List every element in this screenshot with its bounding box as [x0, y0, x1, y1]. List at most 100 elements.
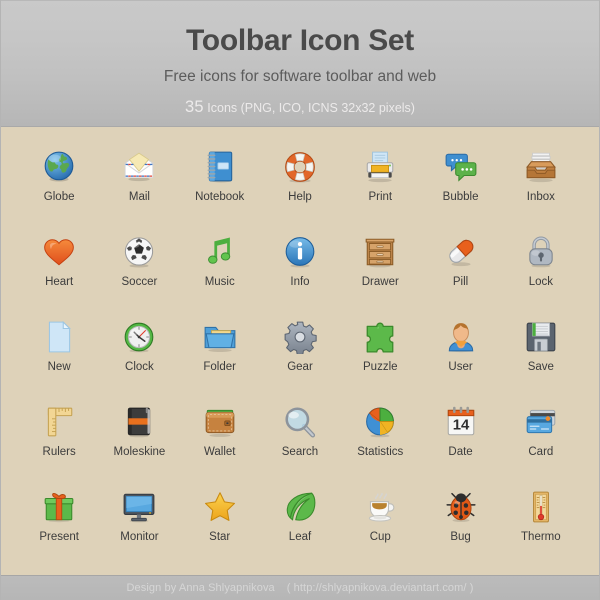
- icon-cell-star[interactable]: Star: [180, 487, 260, 572]
- monitor-icon[interactable]: [122, 490, 156, 524]
- lock-icon[interactable]: [524, 235, 558, 269]
- date-icon[interactable]: 14: [444, 405, 478, 439]
- new-icon[interactable]: [42, 320, 76, 354]
- drawer-icon[interactable]: [363, 235, 397, 269]
- page-title: Toolbar Icon Set: [1, 1, 599, 57]
- icon-label: Rulers: [43, 447, 76, 459]
- icon-label: Puzzle: [363, 362, 398, 374]
- icon-cell-folder[interactable]: Folder: [180, 317, 260, 402]
- icon-cell-help[interactable]: Help: [260, 147, 340, 232]
- icon-cell-info[interactable]: Info: [260, 232, 340, 317]
- icon-label: Heart: [45, 277, 73, 289]
- bug-icon[interactable]: [444, 490, 478, 524]
- icon-label: Bubble: [443, 192, 479, 204]
- icon-cell-monitor[interactable]: Monitor: [99, 487, 179, 572]
- bubble-icon[interactable]: [444, 150, 478, 184]
- icon-label: Gear: [287, 362, 313, 374]
- save-icon[interactable]: [524, 320, 558, 354]
- footer-credit: Design by Anna Shlyapnikova( http://shly…: [127, 582, 474, 594]
- icon-cell-thermo[interactable]: Thermo: [501, 487, 581, 572]
- icon-cell-statistics[interactable]: Statistics: [340, 402, 420, 487]
- card-icon[interactable]: [524, 405, 558, 439]
- inbox-icon[interactable]: [524, 150, 558, 184]
- icon-cell-puzzle[interactable]: Puzzle: [340, 317, 420, 402]
- icon-cell-user[interactable]: User: [420, 317, 500, 402]
- icon-cell-present[interactable]: Present: [19, 487, 99, 572]
- icon-cell-music[interactable]: Music: [180, 232, 260, 317]
- icon-cell-search[interactable]: Search: [260, 402, 340, 487]
- icon-label: Leaf: [289, 532, 311, 544]
- icon-grid-wrapper: GlobeMail NotebookHelpPrint Bubble Inbox He…: [1, 127, 599, 575]
- wallet-icon[interactable]: [203, 405, 237, 439]
- page-subtitle: Free icons for software toolbar and web: [1, 57, 599, 86]
- icon-count-number: 35: [185, 98, 204, 116]
- icon-label: Cup: [370, 532, 391, 544]
- icon-cell-leaf[interactable]: Leaf: [260, 487, 340, 572]
- folder-icon[interactable]: [203, 320, 237, 354]
- icon-count-label: Icons (PNG, ICO, ICNS 32x32 pixels): [207, 101, 415, 115]
- icon-cell-notebook[interactable]: Notebook: [180, 147, 260, 232]
- statistics-icon[interactable]: [363, 405, 397, 439]
- cup-icon[interactable]: [363, 490, 397, 524]
- icon-label: Clock: [125, 362, 154, 374]
- icon-cell-bug[interactable]: Bug: [420, 487, 500, 572]
- icon-cell-save[interactable]: Save: [501, 317, 581, 402]
- search-icon[interactable]: [283, 405, 317, 439]
- pill-icon[interactable]: [444, 235, 478, 269]
- icon-label: Folder: [203, 362, 236, 374]
- icon-label: Present: [39, 532, 79, 544]
- moleskine-icon[interactable]: [122, 405, 156, 439]
- soccer-icon[interactable]: [122, 235, 156, 269]
- icon-cell-drawer[interactable]: Drawer: [340, 232, 420, 317]
- clock-icon[interactable]: [122, 320, 156, 354]
- puzzle-icon[interactable]: [363, 320, 397, 354]
- icon-cell-wallet[interactable]: Wallet: [180, 402, 260, 487]
- icon-label: User: [448, 362, 472, 374]
- music-icon[interactable]: [203, 235, 237, 269]
- present-icon[interactable]: [42, 490, 76, 524]
- notebook-icon[interactable]: [203, 150, 237, 184]
- date-badge-text: 14: [452, 417, 469, 433]
- globe-icon[interactable]: [42, 150, 76, 184]
- icon-cell-new[interactable]: New: [19, 317, 99, 402]
- icon-label: Bug: [450, 532, 470, 544]
- mail-icon[interactable]: [122, 150, 156, 184]
- icon-cell-card[interactable]: Card: [501, 402, 581, 487]
- print-icon[interactable]: [363, 150, 397, 184]
- thermo-icon[interactable]: [524, 490, 558, 524]
- icon-cell-gear[interactable]: Gear: [260, 317, 340, 402]
- icon-cell-bubble[interactable]: Bubble: [420, 147, 500, 232]
- icon-label: Wallet: [204, 447, 236, 459]
- icon-label: Pill: [453, 277, 468, 289]
- icon-cell-clock[interactable]: Clock: [99, 317, 179, 402]
- help-icon[interactable]: [283, 150, 317, 184]
- gear-icon[interactable]: [283, 320, 317, 354]
- star-icon[interactable]: [203, 490, 237, 524]
- icon-cell-mail[interactable]: Mail: [99, 147, 179, 232]
- icon-cell-globe[interactable]: Globe: [19, 147, 99, 232]
- icon-cell-print[interactable]: Print: [340, 147, 420, 232]
- icon-cell-heart[interactable]: Heart: [19, 232, 99, 317]
- icon-label: Monitor: [120, 532, 158, 544]
- icon-label: Music: [205, 277, 235, 289]
- icon-cell-inbox[interactable]: Inbox: [501, 147, 581, 232]
- icon-cell-lock[interactable]: Lock: [501, 232, 581, 317]
- icon-label: Moleskine: [114, 447, 166, 459]
- icon-cell-moleskine[interactable]: Moleskine: [99, 402, 179, 487]
- footer-url[interactable]: ( http://shlyapnikova.deviantart.com/ ): [287, 582, 474, 594]
- icon-cell-pill[interactable]: Pill: [420, 232, 500, 317]
- icon-grid: GlobeMail NotebookHelpPrint Bubble Inbox He…: [19, 147, 581, 572]
- icon-cell-soccer[interactable]: Soccer: [99, 232, 179, 317]
- icon-label: Inbox: [527, 192, 555, 204]
- icon-label: Soccer: [122, 277, 158, 289]
- leaf-icon[interactable]: [283, 490, 317, 524]
- icon-cell-rulers[interactable]: Rulers: [19, 402, 99, 487]
- user-icon[interactable]: [444, 320, 478, 354]
- icon-label: Star: [209, 532, 230, 544]
- heart-icon[interactable]: [42, 235, 76, 269]
- icon-cell-date[interactable]: 14Date: [420, 402, 500, 487]
- info-icon[interactable]: [283, 235, 317, 269]
- icon-cell-cup[interactable]: Cup: [340, 487, 420, 572]
- header-banner: Toolbar Icon Set Free icons for software…: [1, 0, 599, 127]
- rulers-icon[interactable]: [42, 405, 76, 439]
